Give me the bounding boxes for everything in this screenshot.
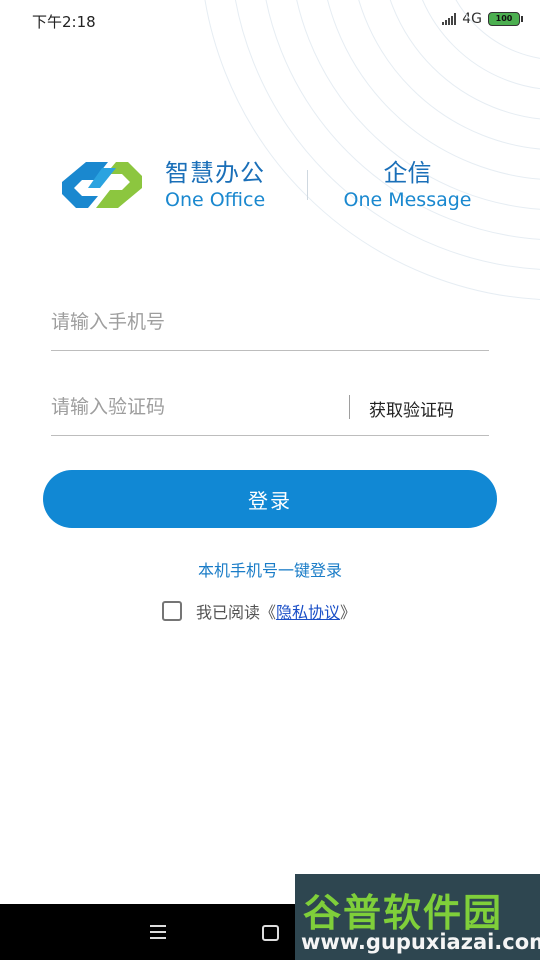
agreement-row: 我已阅读《隐私协议》 — [162, 599, 356, 623]
phone-field-row — [51, 294, 489, 351]
agreement-text: 我已阅读《隐私协议》 — [196, 599, 356, 623]
agreement-suffix: 》 — [340, 603, 357, 622]
product-name-en: One Office — [165, 189, 266, 211]
one-key-login-link[interactable]: 本机手机号一键登录 — [0, 557, 540, 581]
code-divider — [349, 395, 350, 419]
brand-divider — [307, 170, 308, 200]
privacy-policy-link[interactable]: 隐私协议 — [276, 603, 340, 622]
home-icon[interactable] — [262, 925, 279, 941]
product-brand: 智慧办公 One Office — [165, 158, 265, 212]
partner-brand: 企信 One Message — [335, 158, 480, 212]
product-name-cn: 智慧办公 — [165, 159, 265, 187]
verification-code-input[interactable] — [51, 379, 341, 435]
logo-area: 智慧办公 One Office 企信 One Message — [0, 140, 540, 230]
watermark-en: www.gupuxiazai.com — [301, 930, 540, 954]
brand-logo-icon — [62, 162, 142, 208]
phone-input[interactable] — [51, 294, 341, 350]
login-button[interactable]: 登录 — [43, 470, 497, 528]
partner-name-cn: 企信 — [383, 159, 432, 187]
agreement-prefix: 我已阅读《 — [196, 603, 277, 622]
partner-name-en: One Message — [343, 189, 472, 211]
get-code-button[interactable]: 获取验证码 — [369, 396, 454, 421]
watermark: 谷普软件园 www.gupuxiazai.com — [295, 874, 540, 960]
agreement-checkbox[interactable] — [162, 601, 182, 621]
code-field-row: 获取验证码 — [51, 379, 489, 436]
menu-icon[interactable] — [150, 925, 166, 939]
watermark-cn: 谷普软件园 — [303, 891, 504, 935]
